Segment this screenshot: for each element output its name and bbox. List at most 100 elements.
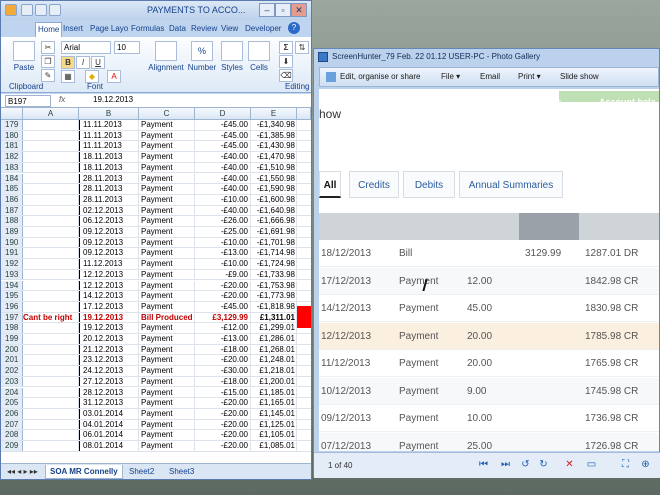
cell-balance[interactable]: £1,200.01 [251, 376, 297, 387]
tab-review[interactable]: Review [189, 22, 219, 37]
cell-activity[interactable]: Payment [139, 280, 195, 291]
cell-amount[interactable]: -£20.00 [195, 280, 251, 291]
formula-input[interactable]: 19.12.2013 [93, 95, 133, 104]
paste-button[interactable]: Paste [9, 41, 39, 72]
cell-amount[interactable]: -£20.00 [195, 355, 251, 366]
cell-balance[interactable]: £1,286.01 [251, 334, 297, 344]
row-number[interactable]: 201 [1, 355, 23, 366]
cell-amount[interactable]: -£12.00 [195, 323, 251, 333]
cell-activity[interactable]: Payment [139, 216, 195, 226]
rotate-left-icon[interactable]: ↺ [520, 460, 531, 471]
cell-a[interactable] [23, 120, 79, 130]
cell-activity[interactable]: Payment [139, 173, 195, 184]
cell-balance[interactable]: -£1,666.98 [251, 216, 297, 226]
autosum-icon[interactable]: Σ [279, 41, 293, 54]
cell-date[interactable]: 09.12.2013 [79, 227, 139, 237]
row-number[interactable]: 181 [1, 141, 23, 152]
table-row[interactable]: 199 20.12.2013 Payment -£13.00 £1,286.01 [1, 334, 311, 345]
tab-developer[interactable]: Developer [243, 22, 283, 37]
select-all-corner[interactable] [1, 108, 23, 120]
cell-balance[interactable]: £1,218.01 [251, 366, 297, 376]
row-number[interactable]: 205 [1, 398, 23, 408]
cell-a[interactable] [23, 408, 79, 419]
table-row[interactable]: 191 09.12.2013 Payment -£13.00 -£1,714.98 [1, 248, 311, 260]
previous-icon[interactable]: ⏮ [478, 460, 489, 471]
cell-activity[interactable]: Payment [139, 419, 195, 430]
cell-a[interactable] [23, 323, 79, 333]
table-row[interactable]: 206 03.01.2014 Payment -£20.00 £1,145.01 [1, 408, 311, 420]
restore-button[interactable]: ▫ [275, 3, 291, 17]
sheet-tab-sheet3[interactable]: Sheet3 [165, 465, 198, 479]
cell-date[interactable]: 27.12.2013 [79, 376, 139, 387]
cell-balance[interactable]: -£1,753.98 [251, 280, 297, 291]
column-header[interactable]: A [23, 108, 79, 120]
table-row[interactable]: 179 11.11.2013 Payment -£45.00 -£1,340.98 [1, 120, 311, 131]
cell-activity[interactable]: Payment [139, 334, 195, 344]
photo-view[interactable]: how All Credits Debits Annual Summaries … [319, 89, 659, 451]
cell-amount[interactable]: -£15.00 [195, 387, 251, 398]
row-number[interactable]: 189 [1, 227, 23, 237]
cell-activity[interactable]: Payment [139, 184, 195, 194]
cell-balance[interactable]: -£1,340.98 [251, 120, 297, 130]
cell-date[interactable]: 28.11.2013 [79, 194, 139, 205]
cell-a[interactable] [23, 141, 79, 152]
cell-balance[interactable]: -£1,600.98 [251, 194, 297, 205]
cell-date[interactable]: 24.12.2013 [79, 366, 139, 376]
cell-a[interactable] [23, 259, 79, 269]
cell-a[interactable] [23, 441, 79, 451]
cell-date[interactable]: 31.12.2013 [79, 398, 139, 408]
table-row[interactable]: 205 31.12.2013 Payment -£20.00 £1,165.01 [1, 398, 311, 409]
cell-balance[interactable]: -£1,470.98 [251, 152, 297, 162]
cell-date[interactable]: 28.12.2013 [79, 387, 139, 398]
table-row[interactable]: 183 18.11.2013 Payment -£40.00 -£1,510.98 [1, 162, 311, 174]
clear-icon[interactable]: ⌫ [279, 69, 293, 82]
cell-date[interactable]: 06.12.2013 [79, 216, 139, 226]
tab-home[interactable]: Home [35, 22, 63, 37]
cell-amount[interactable]: -£20.00 [195, 398, 251, 408]
cell-a[interactable] [23, 227, 79, 237]
row-number[interactable]: 206 [1, 408, 23, 419]
table-row[interactable]: 186 28.11.2013 Payment -£10.00 -£1,600.98 [1, 194, 311, 206]
row-number[interactable]: 179 [1, 120, 23, 130]
cell-date[interactable]: 28.11.2013 [79, 184, 139, 194]
row-number[interactable]: 195 [1, 291, 23, 301]
cell-date[interactable]: 09.12.2013 [79, 237, 139, 248]
column-header-f[interactable] [297, 108, 311, 120]
table-row[interactable]: 198 19.12.2013 Payment -£12.00 £1,299.01 [1, 323, 311, 334]
table-row[interactable]: 180 11.11.2013 Payment -£45.00 -£1,385.98 [1, 130, 311, 142]
cell-date[interactable]: 14.12.2013 [79, 291, 139, 301]
cell-balance[interactable]: -£1,550.98 [251, 173, 297, 184]
cell-activity[interactable]: Payment [139, 441, 195, 451]
cell-activity[interactable]: Payment [139, 408, 195, 419]
row-number[interactable]: 184 [1, 173, 23, 184]
slideshow-icon[interactable]: ▭ [586, 460, 597, 471]
font-name-select[interactable]: Arial [61, 41, 111, 54]
tab-insert[interactable]: Insert [61, 22, 85, 37]
row-number[interactable]: 197 [1, 312, 23, 323]
table-row[interactable]: 185 28.11.2013 Payment -£40.00 -£1,590.98 [1, 184, 311, 195]
row-number[interactable]: 185 [1, 184, 23, 194]
cell-amount[interactable]: -£45.00 [195, 120, 251, 130]
table-row[interactable]: 187 02.12.2013 Payment -£40.00 -£1,640.98 [1, 205, 311, 217]
table-row[interactable]: 195 14.12.2013 Payment -£20.00 -£1,773.98 [1, 291, 311, 302]
cell-activity[interactable]: Payment [139, 259, 195, 269]
cell-activity[interactable]: Payment [139, 323, 195, 333]
cell-balance[interactable]: -£1,590.98 [251, 184, 297, 194]
sort-filter-icon[interactable]: ⇅ [295, 41, 309, 54]
menu-email[interactable]: Email [480, 72, 500, 81]
cell-a[interactable] [23, 387, 79, 398]
cell-a[interactable] [23, 366, 79, 376]
cell-date[interactable]: 11.11.2013 [79, 130, 139, 141]
table-row[interactable]: 207 04.01.2014 Payment -£20.00 £1,125.01 [1, 419, 311, 431]
table-row[interactable]: 201 23.12.2013 Payment -£20.00 £1,248.01 [1, 355, 311, 367]
cell-a[interactable] [23, 194, 79, 205]
column-header[interactable]: D [195, 108, 251, 120]
row-number[interactable]: 183 [1, 162, 23, 173]
cell-balance[interactable]: £1,268.01 [251, 344, 297, 355]
cell-balance[interactable]: £1,145.01 [251, 408, 297, 419]
format-painter-icon[interactable]: ✎ [41, 69, 55, 82]
cell-activity[interactable]: Payment [139, 430, 195, 440]
cell-a[interactable] [23, 398, 79, 408]
tab-view[interactable]: View [219, 22, 240, 37]
font-size-select[interactable]: 10 [114, 41, 140, 54]
